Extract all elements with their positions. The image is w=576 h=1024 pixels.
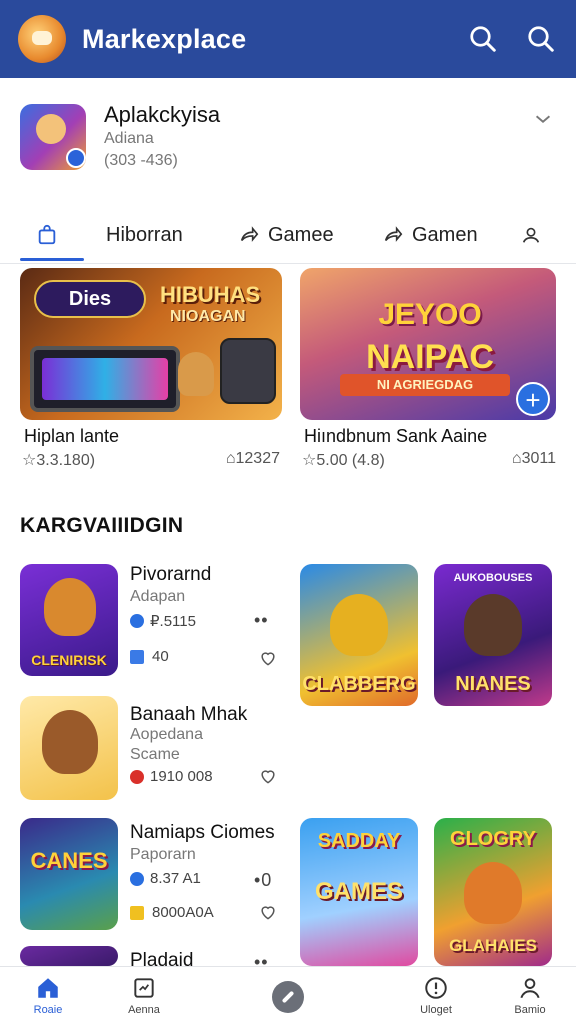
app-summary[interactable]: Aplakckyisa Adiana (303 -436) xyxy=(20,102,556,174)
nav-home[interactable]: Roaie xyxy=(8,975,88,1016)
list-item-stat: 40 xyxy=(130,648,169,665)
list-item-stat: ₽.5115 xyxy=(130,612,196,630)
featured-rating: ☆3.3.180) xyxy=(22,452,96,469)
nav-label: Bamio xyxy=(514,1004,546,1016)
list-item-name[interactable]: Banaah Mhak xyxy=(130,704,247,726)
tab-gamee[interactable]: Gamee xyxy=(238,208,334,262)
featured-badge: Dies xyxy=(34,280,146,318)
tab-hiborran[interactable]: Hiborran xyxy=(106,208,183,262)
search-icon[interactable] xyxy=(468,24,498,54)
tab-gamen[interactable]: Gamen xyxy=(382,208,478,262)
tab-label: Gamen xyxy=(412,223,478,246)
list-item-sub: Aopedana xyxy=(130,726,203,743)
heart-icon[interactable] xyxy=(258,766,278,786)
featured-title[interactable]: Hiplan lante xyxy=(24,426,119,447)
game-tile-label: CLABBERG xyxy=(302,673,416,695)
list-item-sub: Adapan xyxy=(130,588,186,605)
nav-aenna[interactable]: Aenna xyxy=(104,975,184,1016)
home-icon xyxy=(38,978,58,998)
featured-downloads: ⌂3011 xyxy=(511,450,556,467)
game-tile-label: GAMES xyxy=(314,878,403,905)
heart-icon[interactable] xyxy=(258,648,278,668)
more-icon[interactable]: •• xyxy=(254,610,269,631)
game-tile[interactable]: CLABBERG xyxy=(300,564,418,706)
bag-icon xyxy=(38,224,56,245)
nav-label: Roaie xyxy=(33,1004,63,1016)
list-item-stat: 8.37 A1 xyxy=(130,870,201,887)
featured-headline: JEYOO xyxy=(378,298,482,331)
person-icon xyxy=(520,978,540,999)
list-item-name[interactable]: Pivorarnd xyxy=(130,564,211,586)
list-item-thumbnail[interactable]: CANES xyxy=(20,818,118,930)
list-item-thumbnail[interactable] xyxy=(20,696,118,800)
featured-card[interactable]: JEYOO NAIPAC NI AGRIEGDAG + xyxy=(300,268,556,420)
bottom-nav: Roaie Aenna Uloget Bamio xyxy=(0,966,576,1024)
game-tile-top: SADDAY xyxy=(317,830,401,852)
more-icon[interactable]: •0 xyxy=(254,870,272,891)
list-item-name[interactable]: Namiaps Ciomes xyxy=(130,822,275,844)
game-tile[interactable]: SADDAY GAMES xyxy=(300,818,418,966)
featured-headline: HIBUHAS xyxy=(160,282,261,307)
compass-icon[interactable] xyxy=(272,981,304,1013)
list-item-sub: Paporarn xyxy=(130,846,196,863)
alert-icon xyxy=(425,977,447,999)
app-title: Markexplace xyxy=(82,23,247,54)
game-tile-top: GLOGRY xyxy=(450,828,536,850)
category-tabs: Hiborran Gamee Gamen xyxy=(0,208,576,264)
game-tile-label: GLAHAIES xyxy=(449,936,537,955)
nav-label: Uloget xyxy=(420,1004,452,1016)
game-tile[interactable]: GLOGRY GLAHAIES xyxy=(434,818,552,966)
list-item-stat: 1910 008 xyxy=(130,768,213,785)
list-item-stat: 8000А0А xyxy=(130,904,214,921)
active-tab-indicator xyxy=(20,258,84,261)
game-tile-label: NIANES xyxy=(455,673,531,695)
tab-label: Hiborran xyxy=(106,223,183,246)
app-count: (303 -436) xyxy=(104,152,178,169)
console-illustration xyxy=(220,338,276,404)
nav-bamio[interactable]: Bamio xyxy=(490,975,570,1016)
dog-illustration xyxy=(178,352,214,396)
tab-label: Gamee xyxy=(268,223,334,246)
chevron-down-icon[interactable] xyxy=(532,108,554,130)
list-item-sub: Scame xyxy=(130,746,180,763)
featured-title[interactable]: Hiındbnum Sank Aaine xyxy=(304,426,487,447)
badge-icon xyxy=(134,978,154,998)
heart-icon[interactable] xyxy=(258,902,278,922)
share-icon xyxy=(240,226,259,242)
featured-subhead: NAIPAC xyxy=(366,338,494,376)
nav-uloget[interactable]: Uloget xyxy=(396,975,476,1016)
featured-subhead: NIOAGAN xyxy=(170,308,246,325)
featured-card[interactable]: Dies HIBUHAS NIOAGAN xyxy=(20,268,282,420)
tablet-illustration xyxy=(30,346,180,412)
app-name: Aplakckyisa xyxy=(104,102,221,127)
person-icon xyxy=(522,227,540,243)
section-title: KARGVAIIIDGIN xyxy=(20,514,184,537)
app-developer: Adiana xyxy=(104,130,154,147)
tab-profile[interactable] xyxy=(520,208,550,262)
featured-downloads: ⌂12327 xyxy=(225,450,280,467)
mascot-logo-icon[interactable] xyxy=(18,15,66,63)
nav-label: Aenna xyxy=(128,1004,160,1016)
tab-bag[interactable] xyxy=(36,208,66,262)
featured-rating: ☆5.00 (4.8) xyxy=(302,452,385,469)
share-icon xyxy=(384,226,403,242)
featured-ribbon: NI AGRIEGDAG xyxy=(340,374,510,396)
search-icon[interactable] xyxy=(526,24,556,54)
game-tile[interactable]: AUKOBOUSES NIANES xyxy=(434,564,552,706)
list-item-thumbnail[interactable]: CLENIRISK xyxy=(20,564,118,676)
add-button[interactable]: + xyxy=(516,382,550,416)
list-item-thumbnail[interactable] xyxy=(20,946,118,966)
game-tile-top: AUKOBOUSES xyxy=(453,572,533,584)
app-bar: Markexplace xyxy=(0,0,576,78)
app-thumbnail xyxy=(20,104,86,170)
